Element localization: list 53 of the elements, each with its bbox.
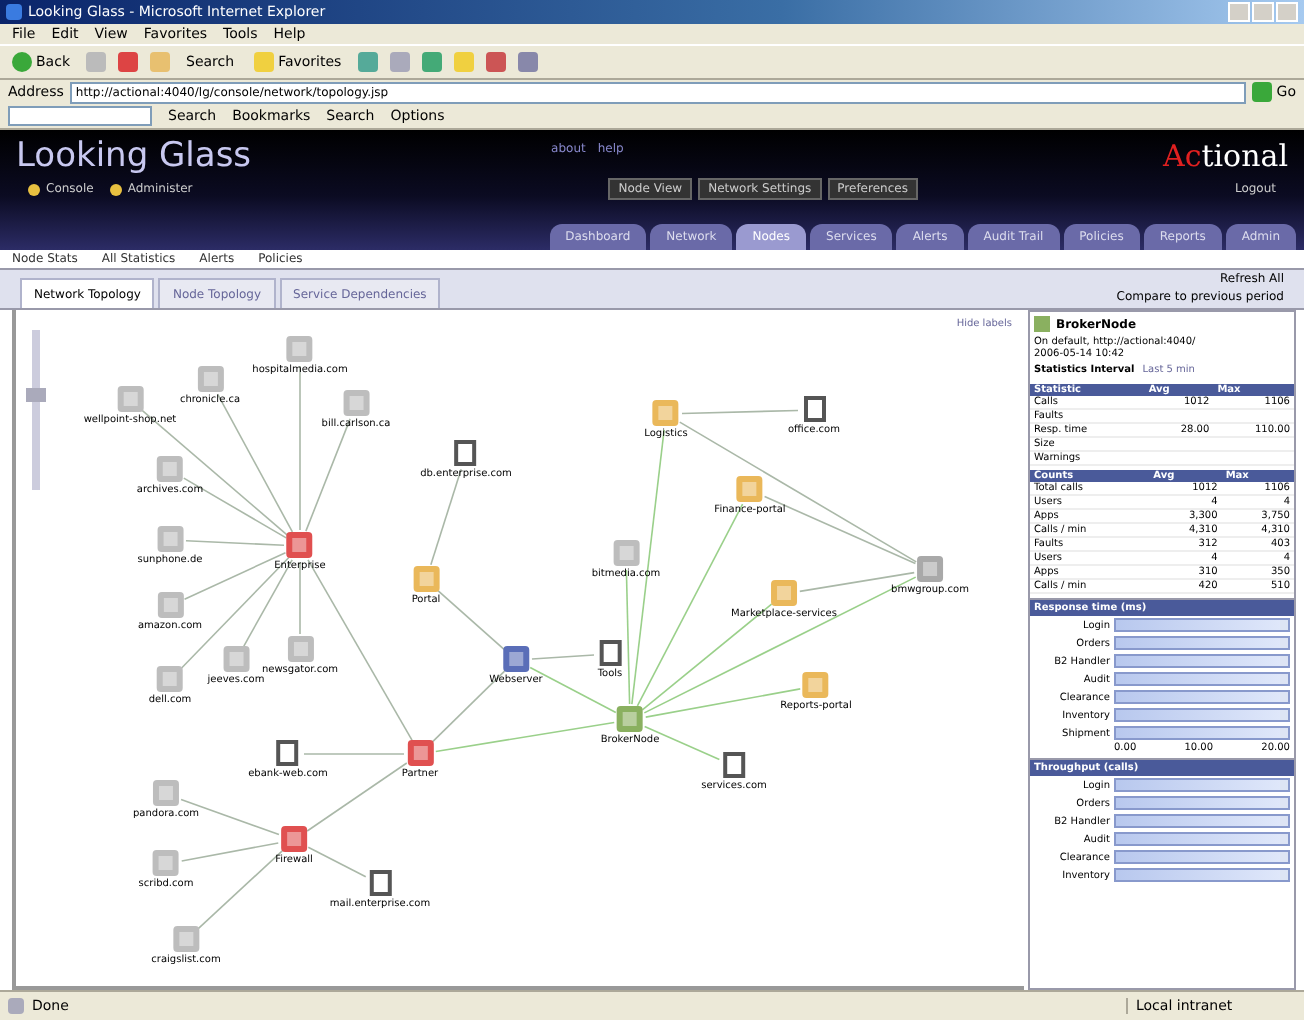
close-button[interactable]: [1276, 2, 1298, 22]
server-icon[interactable]: [599, 640, 621, 666]
node-icon[interactable]: [771, 580, 797, 606]
page-icon: [8, 998, 24, 1014]
node-icon[interactable]: [287, 636, 313, 662]
server-icon[interactable]: [455, 440, 477, 466]
node-icon[interactable]: [287, 532, 313, 558]
stop-icon: [118, 52, 138, 72]
toolbar-icon[interactable]: [421, 52, 442, 72]
node-icon[interactable]: [157, 456, 183, 482]
node-icon[interactable]: [803, 672, 829, 698]
node-icon[interactable]: [197, 366, 223, 392]
server-icon[interactable]: [369, 870, 391, 896]
app-title: Looking Glass: [16, 138, 252, 174]
server-icon[interactable]: [803, 396, 825, 422]
logo: Actional: [1163, 138, 1288, 174]
node-icon[interactable]: [653, 400, 679, 426]
minimize-button[interactable]: [1228, 2, 1250, 22]
node-icon[interactable]: [153, 780, 179, 806]
node-icon[interactable]: [117, 386, 143, 412]
connector-line: [303, 753, 405, 755]
maximize-button[interactable]: [1252, 2, 1274, 22]
node-icon[interactable]: [407, 740, 433, 766]
server-icon[interactable]: [723, 752, 745, 778]
connector-line: [299, 561, 301, 635]
node-icon[interactable]: [287, 336, 313, 362]
node-icon[interactable]: [223, 646, 249, 672]
server-icon[interactable]: [277, 740, 299, 766]
node-icon[interactable]: [617, 706, 643, 732]
connector-line: [531, 654, 595, 660]
node-icon[interactable]: [173, 926, 199, 952]
node-icon[interactable]: [737, 476, 763, 502]
node-icon[interactable]: [281, 826, 307, 852]
node-icon[interactable]: [153, 850, 179, 876]
home-icon: [150, 52, 170, 72]
toolbar-icon[interactable]: [357, 52, 378, 72]
toolbar-icon[interactable]: [389, 52, 410, 72]
toolbar-icon[interactable]: [517, 52, 538, 72]
node-icon[interactable]: [343, 390, 369, 416]
node-icon: [1034, 316, 1050, 332]
browser-icon: [6, 4, 22, 20]
toolbar-icon[interactable]: [485, 52, 506, 72]
node-icon[interactable]: [157, 526, 183, 552]
node-icon[interactable]: [503, 646, 529, 672]
connector-line: [437, 589, 505, 651]
node-icon[interactable]: [613, 540, 639, 566]
connector-line: [681, 409, 799, 415]
forward-icon: [86, 52, 106, 72]
node-icon[interactable]: [157, 666, 183, 692]
node-icon[interactable]: [413, 566, 439, 592]
node-icon[interactable]: [157, 592, 183, 618]
search-field[interactable]: [8, 106, 152, 126]
node-icon[interactable]: [917, 556, 943, 582]
